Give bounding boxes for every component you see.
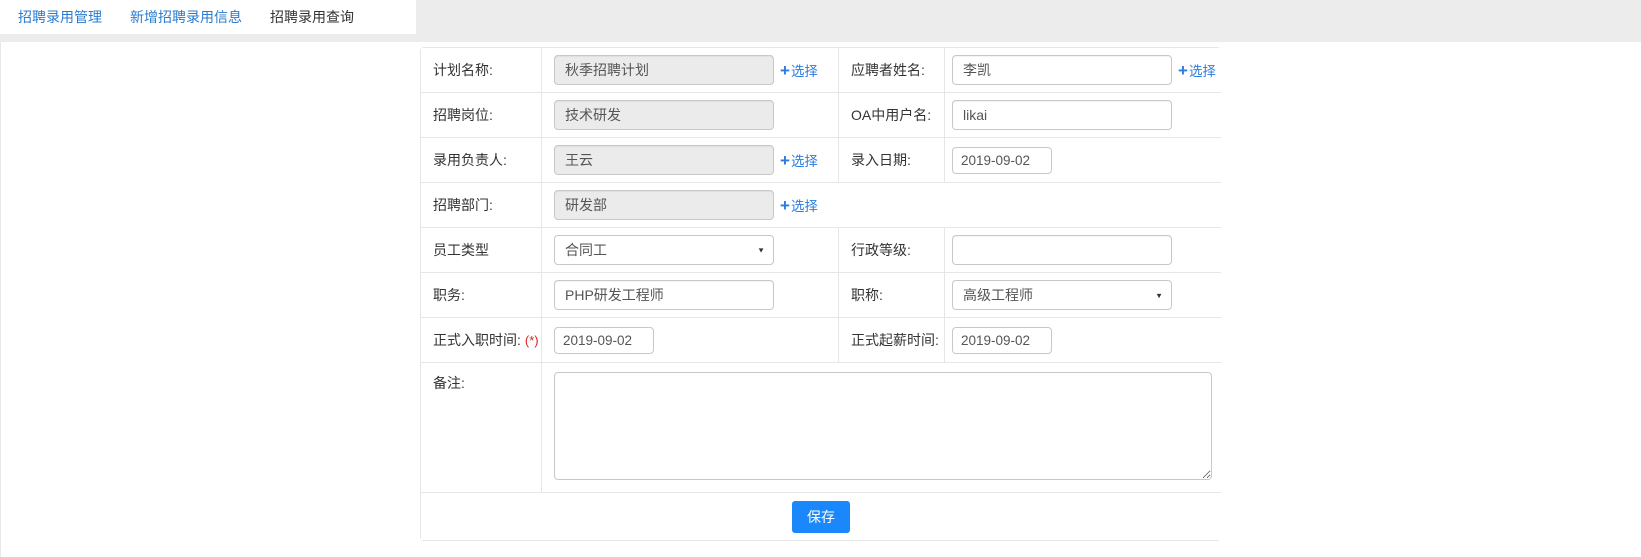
department-label: 招聘部门: (421, 183, 542, 228)
hire-manager-input[interactable] (554, 145, 774, 175)
row-manager-entrydate: 录用负责人: +选择 录入日期: (421, 138, 1222, 183)
tab-recruit-query[interactable]: 招聘录用查询 (270, 7, 354, 27)
plus-icon: + (780, 62, 790, 79)
entry-date-label: 录入日期: (839, 138, 945, 183)
tab-add-recruit-info[interactable]: 新增招聘录用信息 (130, 7, 242, 27)
position-input[interactable] (554, 100, 774, 130)
admin-level-input[interactable] (952, 235, 1172, 265)
oa-username-label: OA中用户名: (839, 93, 945, 138)
tab-recruit-manage[interactable]: 招聘录用管理 (18, 7, 102, 27)
applicant-pick-link[interactable]: +选择 (1178, 60, 1216, 80)
row-save: 保存 (421, 493, 1222, 541)
hire-manager-pick-link[interactable]: +选择 (780, 150, 818, 170)
employee-type-select[interactable]: 合同工 ▼ (554, 235, 774, 265)
plan-name-pick-link[interactable]: +选择 (780, 60, 818, 80)
row-department: 招聘部门: +选择 (421, 183, 1222, 228)
save-button[interactable]: 保存 (792, 501, 850, 533)
salary-start-label: 正式起薪时间: (839, 318, 945, 363)
applicant-name-input[interactable] (952, 55, 1172, 85)
row-plan-applicant: 计划名称: +选择 应聘者姓名: +选择 (421, 48, 1222, 93)
content-area: 计划名称: +选择 应聘者姓名: +选择 招聘岗位: (0, 42, 1641, 557)
recruit-form: 计划名称: +选择 应聘者姓名: +选择 招聘岗位: (420, 47, 1221, 541)
chevron-down-icon: ▼ (757, 246, 765, 254)
entry-date-input[interactable] (952, 147, 1052, 174)
position-label: 招聘岗位: (421, 93, 542, 138)
employee-type-value: 合同工 (565, 240, 607, 260)
oa-username-input[interactable] (952, 100, 1172, 130)
remark-textarea[interactable] (554, 372, 1212, 480)
chevron-down-icon: ▼ (1155, 291, 1163, 299)
hire-manager-label: 录用负责人: (421, 138, 542, 183)
row-position-oa: 招聘岗位: OA中用户名: (421, 93, 1222, 138)
plus-icon: + (780, 197, 790, 214)
department-input[interactable] (554, 190, 774, 220)
row-entry-salary-dates: 正式入职时间:(*) 正式起薪时间: (421, 318, 1222, 363)
tab-strip: 招聘录用管理 新增招聘录用信息 招聘录用查询 (0, 0, 416, 34)
job-title-value: 高级工程师 (963, 285, 1033, 305)
plus-icon: + (1178, 62, 1188, 79)
required-mark: (*) (525, 333, 539, 348)
row-remark: 备注: (421, 363, 1222, 493)
official-entry-label: 正式入职时间:(*) (421, 318, 542, 363)
job-title-select[interactable]: 高级工程师 ▼ (952, 280, 1172, 310)
employee-type-label: 员工类型 (421, 228, 542, 273)
plan-name-label: 计划名称: (421, 48, 542, 93)
applicant-name-label: 应聘者姓名: (839, 48, 945, 93)
top-tab-bar: 招聘录用管理 新增招聘录用信息 招聘录用查询 (0, 0, 1641, 42)
plan-name-input[interactable] (554, 55, 774, 85)
official-entry-date-input[interactable] (554, 327, 654, 354)
duty-input[interactable] (554, 280, 774, 310)
department-pick-link[interactable]: +选择 (780, 195, 818, 215)
duty-label: 职务: (421, 273, 542, 318)
row-type-level: 员工类型 合同工 ▼ 行政等级: (421, 228, 1222, 273)
salary-start-date-input[interactable] (952, 327, 1052, 354)
plus-icon: + (780, 152, 790, 169)
remark-label: 备注: (421, 363, 542, 493)
row-duty-title: 职务: 职称: 高级工程师 ▼ (421, 273, 1222, 318)
admin-level-label: 行政等级: (839, 228, 945, 273)
job-title-label: 职称: (839, 273, 945, 318)
